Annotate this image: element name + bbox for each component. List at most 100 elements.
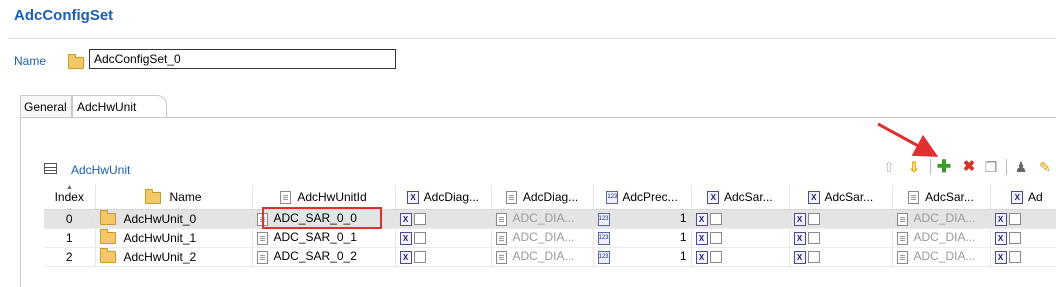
table-icon xyxy=(44,163,57,174)
checkbox[interactable] xyxy=(807,232,820,245)
boolean-icon: X xyxy=(793,231,806,245)
cell-index: 0 xyxy=(44,209,96,229)
adchwunit-table: Index Name AdcHwUnitId X AdcDiag... AdcD… xyxy=(44,185,1056,267)
document-icon xyxy=(495,212,507,226)
cell-ad[interactable]: X xyxy=(990,228,1056,248)
boolean-icon: X xyxy=(707,190,720,204)
document-icon xyxy=(505,190,517,204)
copy-icon[interactable]: ❐ xyxy=(982,158,1000,176)
boolean-icon: X xyxy=(994,231,1007,245)
checkbox[interactable] xyxy=(807,251,820,264)
sort-indicator-icon: ▲ xyxy=(66,184,73,191)
cell-adcdiag-1[interactable]: X xyxy=(395,228,492,248)
cell-adcsar-1[interactable]: X xyxy=(691,228,790,248)
table-row[interactable]: 0 AdcHwUnit_0 ADC_SAR_0_0 X ADC_DIA... 1… xyxy=(44,209,1056,229)
folder-icon xyxy=(99,248,116,264)
checkbox[interactable] xyxy=(709,232,722,245)
checkbox[interactable] xyxy=(807,213,820,226)
document-icon xyxy=(256,231,268,245)
folder-icon xyxy=(145,188,162,204)
col-name[interactable]: Name xyxy=(95,185,253,210)
col-adcdiag-1[interactable]: X AdcDiag... xyxy=(395,185,492,210)
cell-adcsar-1[interactable]: X xyxy=(691,209,790,229)
boolean-icon: X xyxy=(807,190,820,204)
section-title: AdcHwUnit xyxy=(71,163,131,177)
cell-name[interactable]: AdcHwUnit_1 xyxy=(95,228,253,248)
tab-adchwunit[interactable]: AdcHwUnit xyxy=(72,95,167,117)
cell-name-text: AdcHwUnit_0 xyxy=(123,211,197,226)
table-row[interactable]: 1 AdcHwUnit_1 ADC_SAR_0_1 X ADC_DIA... 1… xyxy=(44,228,1056,248)
cell-adcsar-3[interactable]: ADC_DIA... xyxy=(892,228,991,248)
red-arrow-annotation xyxy=(877,122,939,157)
cell-adcsar-3[interactable]: ADC_DIA... xyxy=(892,247,991,267)
cell-adcdiag-2[interactable]: ADC_DIA... xyxy=(491,247,594,267)
boolean-icon: X xyxy=(994,212,1007,226)
cell-adcdiag-1[interactable]: X xyxy=(395,247,492,267)
col-adcsar-2[interactable]: X AdcSar... xyxy=(789,185,893,210)
boolean-icon: X xyxy=(406,190,419,204)
cell-adcsar-2[interactable]: X xyxy=(789,228,893,248)
checkbox[interactable] xyxy=(709,213,722,226)
col-adcsar-3-label: AdcSar... xyxy=(925,189,974,204)
checkbox[interactable] xyxy=(1008,251,1021,264)
cell-adcsar-2[interactable]: X xyxy=(789,209,893,229)
cell-name[interactable]: AdcHwUnit_2 xyxy=(95,247,253,267)
cell-adcdiag-2-text: ADC_DIA... xyxy=(512,211,575,226)
col-adcsar-1-label: AdcSar... xyxy=(723,189,773,204)
cell-ad[interactable]: X xyxy=(990,247,1056,267)
checkbox[interactable] xyxy=(413,213,426,226)
cell-index: 1 xyxy=(44,228,96,248)
cell-adcprec-text: 1 xyxy=(679,211,687,226)
document-icon xyxy=(495,250,507,264)
boolean-icon: X xyxy=(399,250,412,264)
cell-adcprec[interactable]: 123 1 xyxy=(593,247,692,267)
cell-adcprec-text: 1 xyxy=(679,230,687,245)
pencil-icon[interactable]: ✎ xyxy=(1036,158,1054,176)
document-icon xyxy=(896,212,908,226)
col-adcsar-1[interactable]: X AdcSar... xyxy=(691,185,790,210)
cell-adcsar-3[interactable]: ADC_DIA... xyxy=(892,209,991,229)
cell-adcsar-3-text: ADC_DIA... xyxy=(913,249,976,264)
x-icon[interactable]: ✖ xyxy=(960,158,978,176)
folder-icon xyxy=(99,229,116,245)
tab-general[interactable]: General xyxy=(20,95,72,117)
cell-name-text: AdcHwUnit_1 xyxy=(123,230,197,245)
name-input[interactable]: AdcConfigSet_0 xyxy=(89,49,396,69)
boolean-icon: X xyxy=(1011,190,1024,204)
cell-hwunitid[interactable]: ADC_SAR_0_1 xyxy=(252,228,396,248)
cell-adcsar-1[interactable]: X xyxy=(691,247,790,267)
col-adcdiag-2-label: AdcDiag... xyxy=(522,189,579,204)
col-hwunitid-label: AdcHwUnitId xyxy=(297,189,367,204)
cell-adcdiag-1[interactable]: X xyxy=(395,209,492,229)
table-row[interactable]: 2 AdcHwUnit_2 ADC_SAR_0_2 X ADC_DIA... 1… xyxy=(44,247,1056,267)
cell-hwunitid-text: ADC_SAR_0_0 xyxy=(273,211,357,226)
checkbox[interactable] xyxy=(413,232,426,245)
col-adcdiag-2[interactable]: AdcDiag... xyxy=(491,185,594,210)
col-adcsar-3[interactable]: AdcSar... xyxy=(892,185,991,210)
number-icon: 123 xyxy=(606,190,619,204)
user-icon[interactable]: ♟ xyxy=(1012,158,1030,176)
cell-adcdiag-2-text: ADC_DIA... xyxy=(512,230,575,245)
col-ad[interactable]: X Ad xyxy=(990,185,1056,210)
checkbox[interactable] xyxy=(709,251,722,264)
cell-hwunitid[interactable]: ADC_SAR_0_2 xyxy=(252,247,396,267)
cell-adcprec[interactable]: 123 1 xyxy=(593,209,692,229)
cell-adcdiag-2[interactable]: ADC_DIA... xyxy=(491,209,594,229)
folder-icon xyxy=(99,210,116,226)
col-hwunitid[interactable]: AdcHwUnitId xyxy=(252,185,396,210)
col-ad-label: Ad xyxy=(1027,189,1043,204)
checkbox[interactable] xyxy=(1008,232,1021,245)
cell-adcsar-2[interactable]: X xyxy=(789,247,893,267)
number-icon: 123 xyxy=(597,212,610,226)
cell-adcprec-text: 1 xyxy=(679,249,687,264)
cell-ad[interactable]: X xyxy=(990,209,1056,229)
checkbox[interactable] xyxy=(413,251,426,264)
cell-hwunitid[interactable]: ADC_SAR_0_0 xyxy=(252,209,396,229)
cell-adcdiag-2[interactable]: ADC_DIA... xyxy=(491,228,594,248)
col-adcprec[interactable]: 123 AdcPrec... xyxy=(593,185,692,210)
boolean-icon: X xyxy=(994,250,1007,264)
checkbox[interactable] xyxy=(1008,213,1021,226)
document-icon xyxy=(896,250,908,264)
cell-adcprec[interactable]: 123 1 xyxy=(593,228,692,248)
cell-name[interactable]: AdcHwUnit_0 xyxy=(95,209,253,229)
